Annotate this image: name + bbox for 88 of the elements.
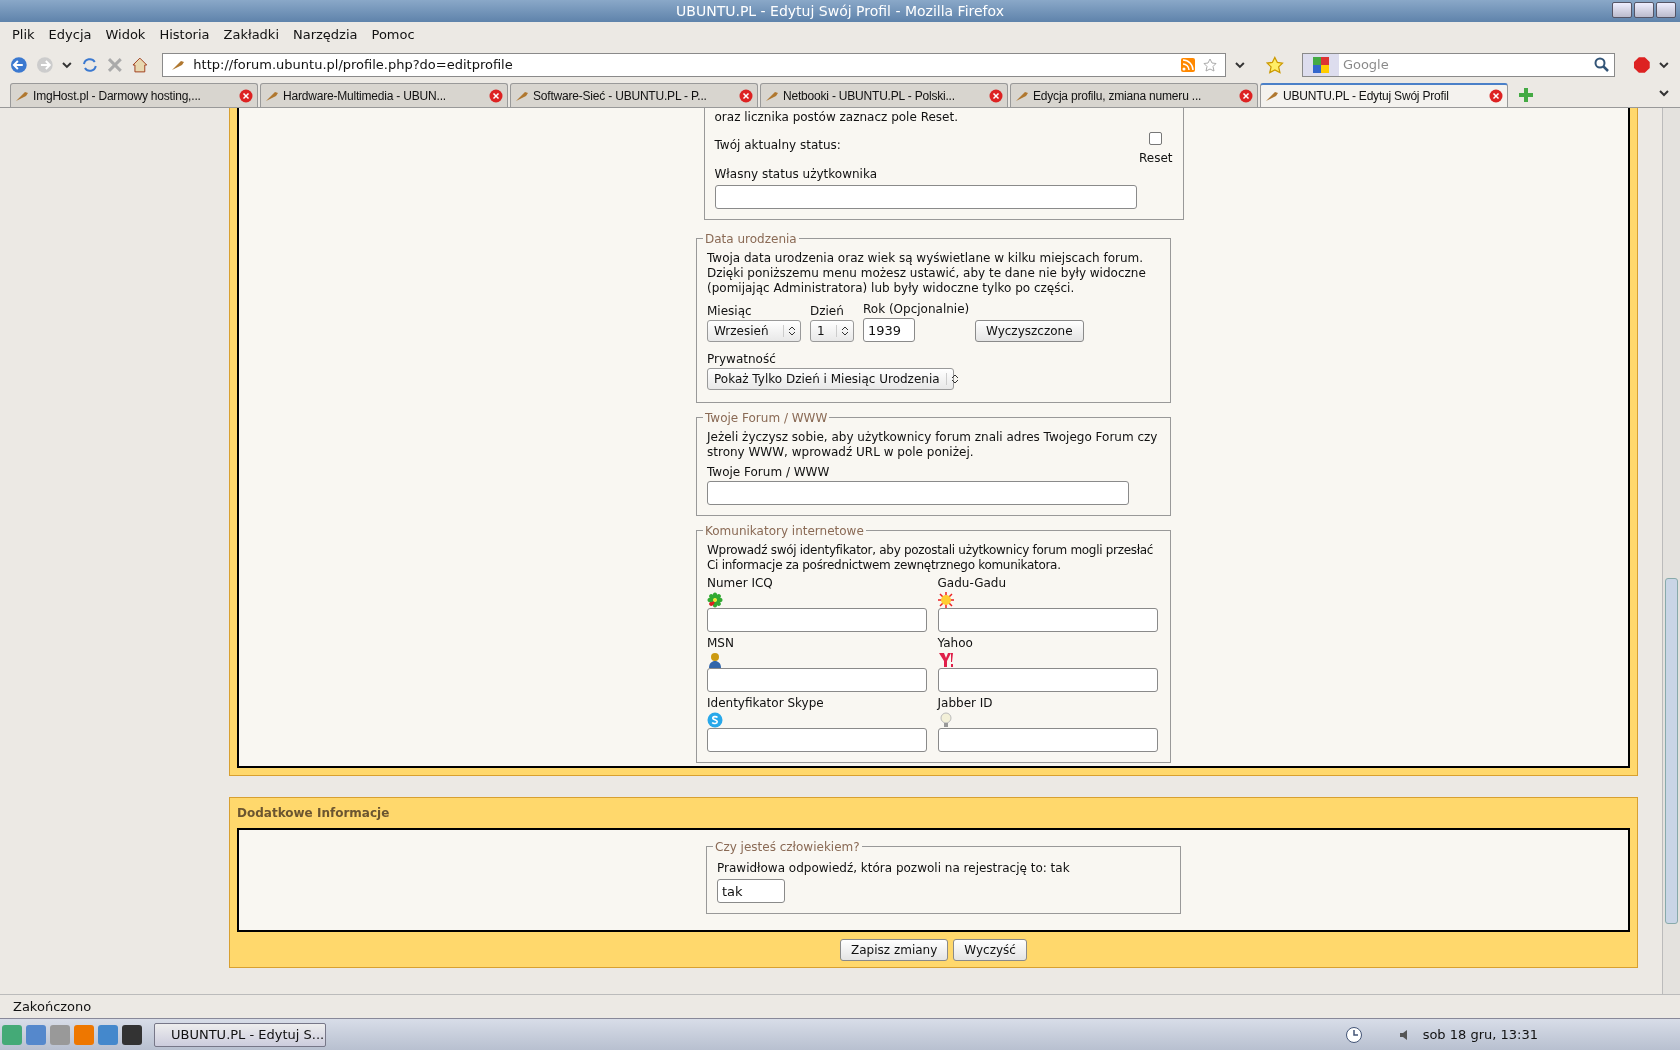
menu-item[interactable]: Plik	[12, 25, 35, 45]
section-title: Dodatkowe Informacje	[237, 805, 391, 822]
bulb-icon	[937, 712, 954, 728]
clock-text: sob 18 gru, 13:31	[1422, 1025, 1538, 1044]
text-field[interactable]	[707, 728, 927, 752]
reload-icon[interactable]	[81, 56, 99, 74]
fieldset-legend: Twoje Forum / WWW	[703, 409, 830, 427]
skype-icon	[707, 712, 723, 728]
flower-icon	[707, 592, 723, 608]
text-field[interactable]	[707, 608, 927, 632]
text-field[interactable]	[707, 668, 927, 692]
menu-item[interactable]: Historia	[159, 25, 210, 45]
field-label: Własny status użytkownika	[714, 166, 878, 183]
search-icon[interactable]	[1593, 57, 1610, 73]
field-label: Dzień	[810, 303, 845, 320]
spinner-icon	[950, 373, 959, 385]
taskbar-window[interactable]: UBUNTU.PL - Edytuj S...	[154, 1022, 326, 1047]
field-label: Identyfikator Skype	[707, 695, 824, 712]
field-label: Numer ICQ	[707, 575, 773, 592]
field-label: Twój aktualny status:	[714, 137, 841, 154]
google-icon[interactable]	[1312, 57, 1329, 73]
address-bar[interactable]: http://forum.ubuntu.pl/profile.php?do=editprofile	[162, 53, 1227, 77]
rss-icon[interactable]	[1181, 58, 1196, 72]
chevron-down-icon[interactable]	[1658, 59, 1671, 71]
chevron-down-icon[interactable]	[1234, 59, 1247, 71]
answer-field[interactable]: tak	[717, 879, 785, 903]
text-field[interactable]	[937, 668, 1158, 692]
person-icon	[707, 652, 723, 668]
site-icon	[1265, 89, 1279, 103]
menu-item[interactable]: Zakładki	[223, 25, 279, 45]
stop-icon[interactable]	[106, 57, 123, 73]
scrollbar[interactable]	[1662, 108, 1680, 994]
sun-icon	[937, 592, 954, 608]
spinner-icon	[788, 325, 796, 337]
text-field[interactable]	[707, 481, 1129, 505]
text-field[interactable]	[714, 185, 1137, 209]
messengers-description: Wprowadź swój identyfikator, aby pozostali użytkownicy forum mogli przesłać Ci informacje za pośrednictwem zewnętrznego komunikatora.	[707, 543, 1155, 573]
browser-tab[interactable]: Software-Sieć - UBUNTU.PL - P...	[510, 83, 758, 107]
menu-item[interactable]: Edycja	[48, 25, 92, 45]
home-icon[interactable]	[130, 56, 149, 74]
fieldset-legend: Komunikatory internetowe	[703, 522, 866, 540]
launcher-icon[interactable]	[122, 1024, 142, 1045]
dropdown[interactable]: Wrzesień	[707, 320, 801, 342]
dropdown[interactable]: 1	[810, 320, 854, 342]
search-input[interactable]: Google	[1338, 55, 1594, 75]
window-title: UBUNTU.PL - Edytuj Swój Profil - Mozilla Firefox	[676, 1, 1004, 21]
plus-icon[interactable]	[1518, 87, 1534, 103]
site-icon	[171, 58, 186, 72]
checkbox[interactable]	[1149, 132, 1163, 145]
checkbox-label: Reset	[1138, 150, 1173, 167]
field-label: Prywatność	[707, 351, 777, 368]
fieldset-legend: Czy jesteś człowiekiem?	[713, 838, 862, 856]
chevron-down-icon[interactable]	[61, 59, 74, 71]
back-icon[interactable]	[10, 56, 28, 74]
yahoo-icon	[937, 652, 954, 668]
search-bar[interactable]: Google	[1301, 53, 1615, 77]
field-label: MSN	[707, 635, 734, 652]
browser-tab[interactable]: UBUNTU.PL - Edytuj Swój Profil	[1260, 83, 1508, 107]
browser-tab[interactable]: ImgHost.pl - Darmowy hosting,...	[10, 83, 258, 107]
field-label: Gadu-Gadu	[937, 575, 1007, 592]
field-label: Miesiąc	[707, 303, 753, 320]
field-label: Jabber ID	[937, 695, 993, 712]
status-hint: oraz licznika postów zaznacz pole Reset.	[714, 109, 959, 126]
text-field[interactable]	[937, 608, 1158, 632]
text-field[interactable]	[937, 728, 1158, 752]
browser-tab[interactable]: Edycja profilu, zmiana numeru ...	[1010, 83, 1258, 107]
star-icon[interactable]	[1203, 58, 1218, 72]
clock-icon	[1344, 1025, 1363, 1044]
form-button[interactable]: Zapisz zmiany	[840, 939, 949, 961]
field-label: Twoje Forum / WWW	[707, 464, 831, 481]
question-text: Prawidłowa odpowiedź, która pozwoli na rejestrację to: tak	[717, 860, 1071, 877]
menu-item[interactable]: Narzędzia	[293, 25, 358, 45]
form-button[interactable]: Wyczyść	[953, 939, 1027, 961]
field-label: Yahoo	[937, 635, 973, 652]
field-label: Rok (Opcjonalnie)	[863, 301, 971, 318]
status-text: Zakończono	[13, 997, 92, 1016]
birthday-description: Twoja data urodzenia oraz wiek są wyświetlane w kilku miejscach forum. Dzięki poniższemu menu możesz ustawić, aby te dane nie były widoczne (pomijając Administratora) lub były widoczne tylko po części.	[707, 251, 1147, 296]
year-field[interactable]: 1939	[863, 318, 915, 342]
website-description: Jeżeli życzysz sobie, aby użytkownicy forum znali adres Twojego Forum czy strony WWW, wprowadź URL w pole poniżej.	[707, 430, 1159, 460]
browser-tab[interactable]: Hardware-Multimedia - UBUN...	[260, 83, 508, 107]
star-icon[interactable]	[1266, 56, 1284, 74]
spinner-icon	[841, 325, 849, 337]
browser-tab[interactable]: Netbooki - UBUNTU.PL - Polski...	[760, 83, 1008, 107]
stop-sign-icon[interactable]	[1632, 56, 1651, 74]
menu-item[interactable]: Pomoc	[371, 25, 415, 45]
chevron-down-icon[interactable]	[1658, 87, 1670, 99]
form-button[interactable]: Wyczyszczone	[975, 320, 1084, 342]
menu-item[interactable]: Widok	[105, 25, 146, 45]
